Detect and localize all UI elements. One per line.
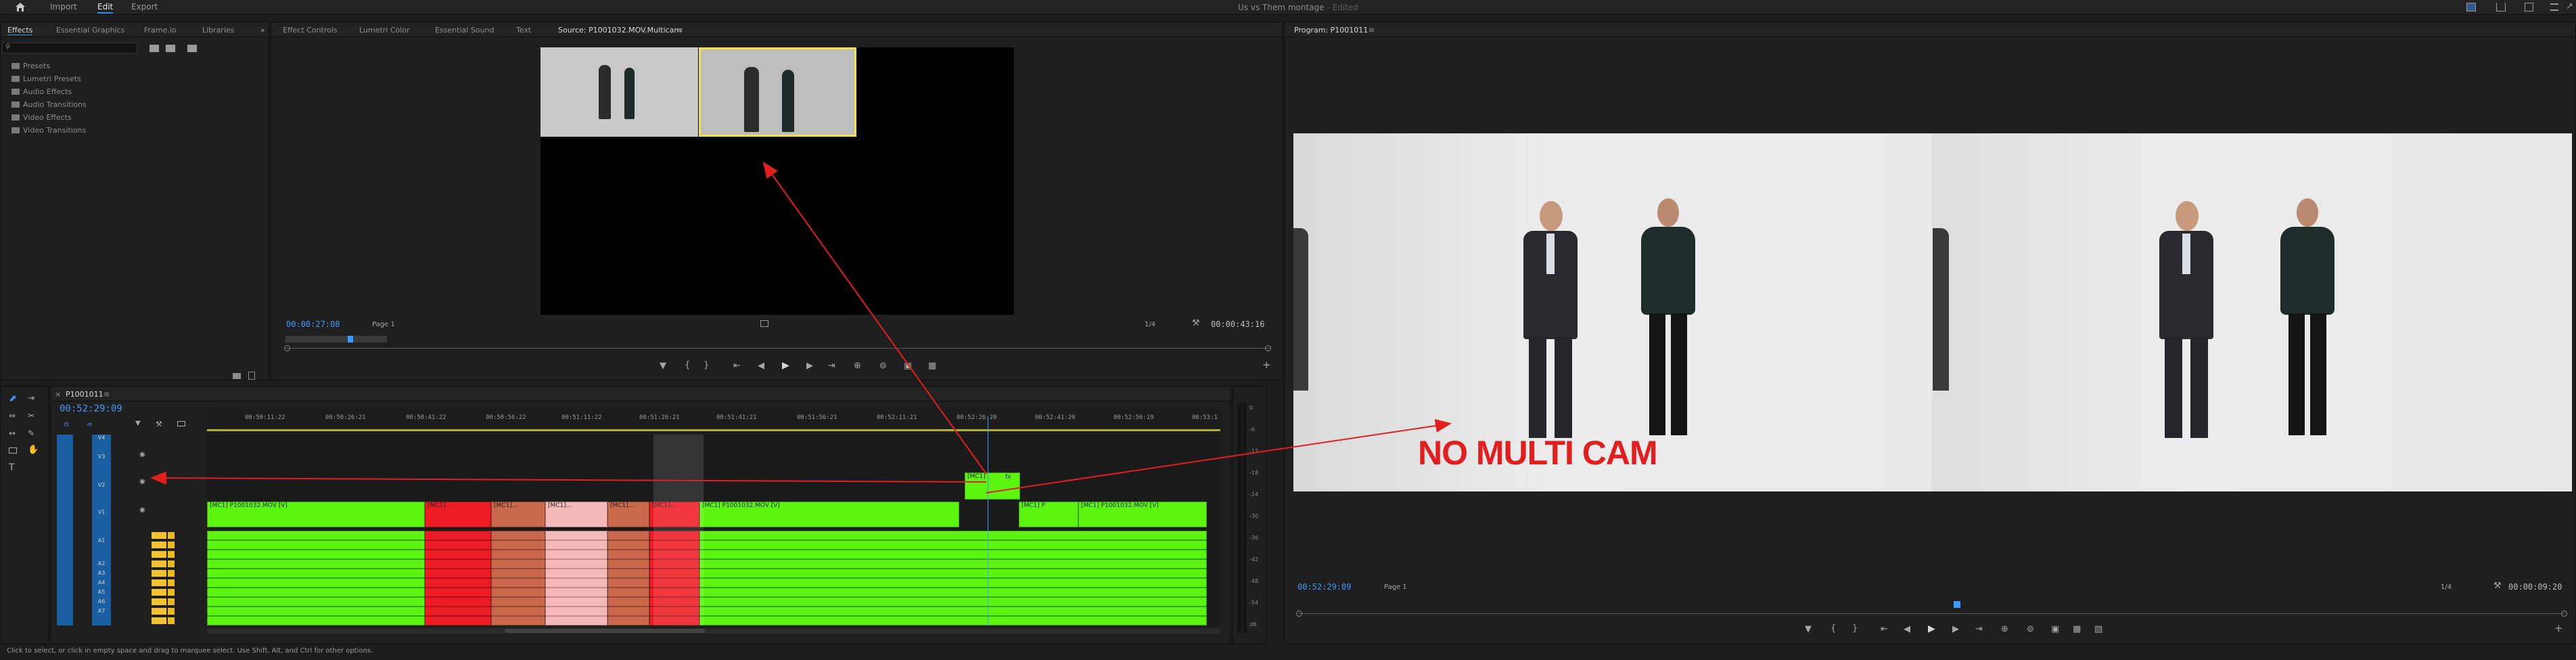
status-bar-text: Click to select, or click in empty space…: [7, 647, 373, 655]
arrow-to-program-monitor: [986, 419, 1452, 493]
arrow-to-multicam-view: [762, 161, 987, 475]
annotation-arrows: [150, 161, 1452, 493]
no-multicam-annotation: NO MULTI CAM: [1418, 434, 1658, 472]
arrow-to-v2-track: [150, 471, 987, 485]
